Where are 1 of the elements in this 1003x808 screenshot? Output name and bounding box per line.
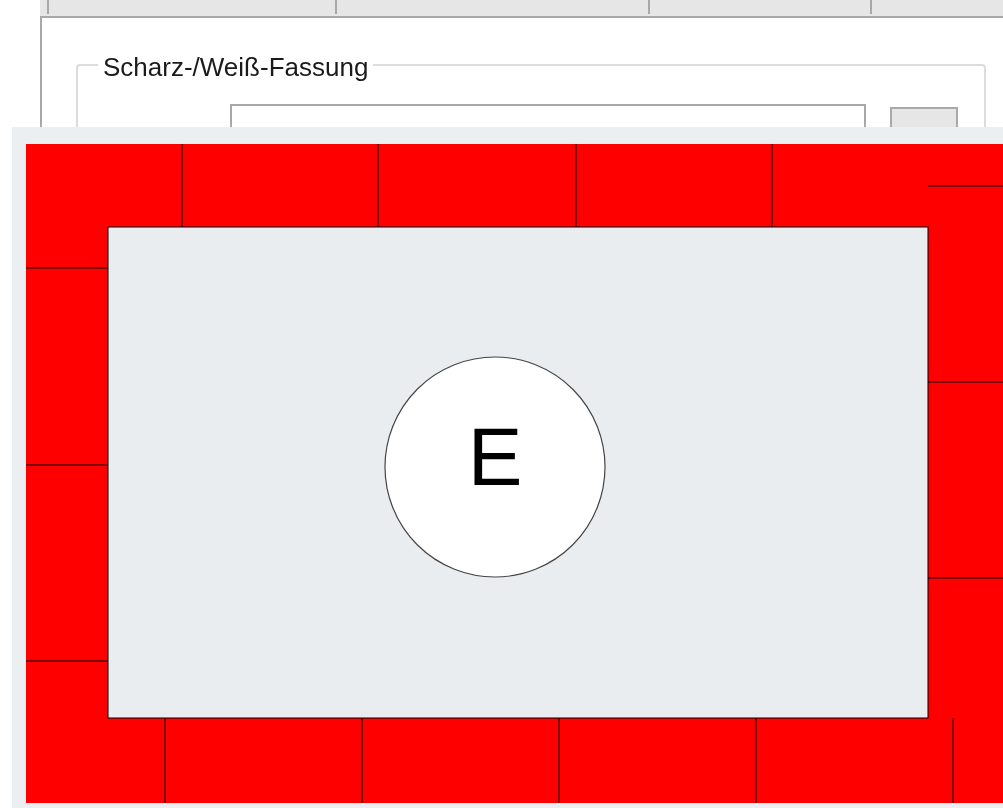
center-label: E [466,410,524,504]
